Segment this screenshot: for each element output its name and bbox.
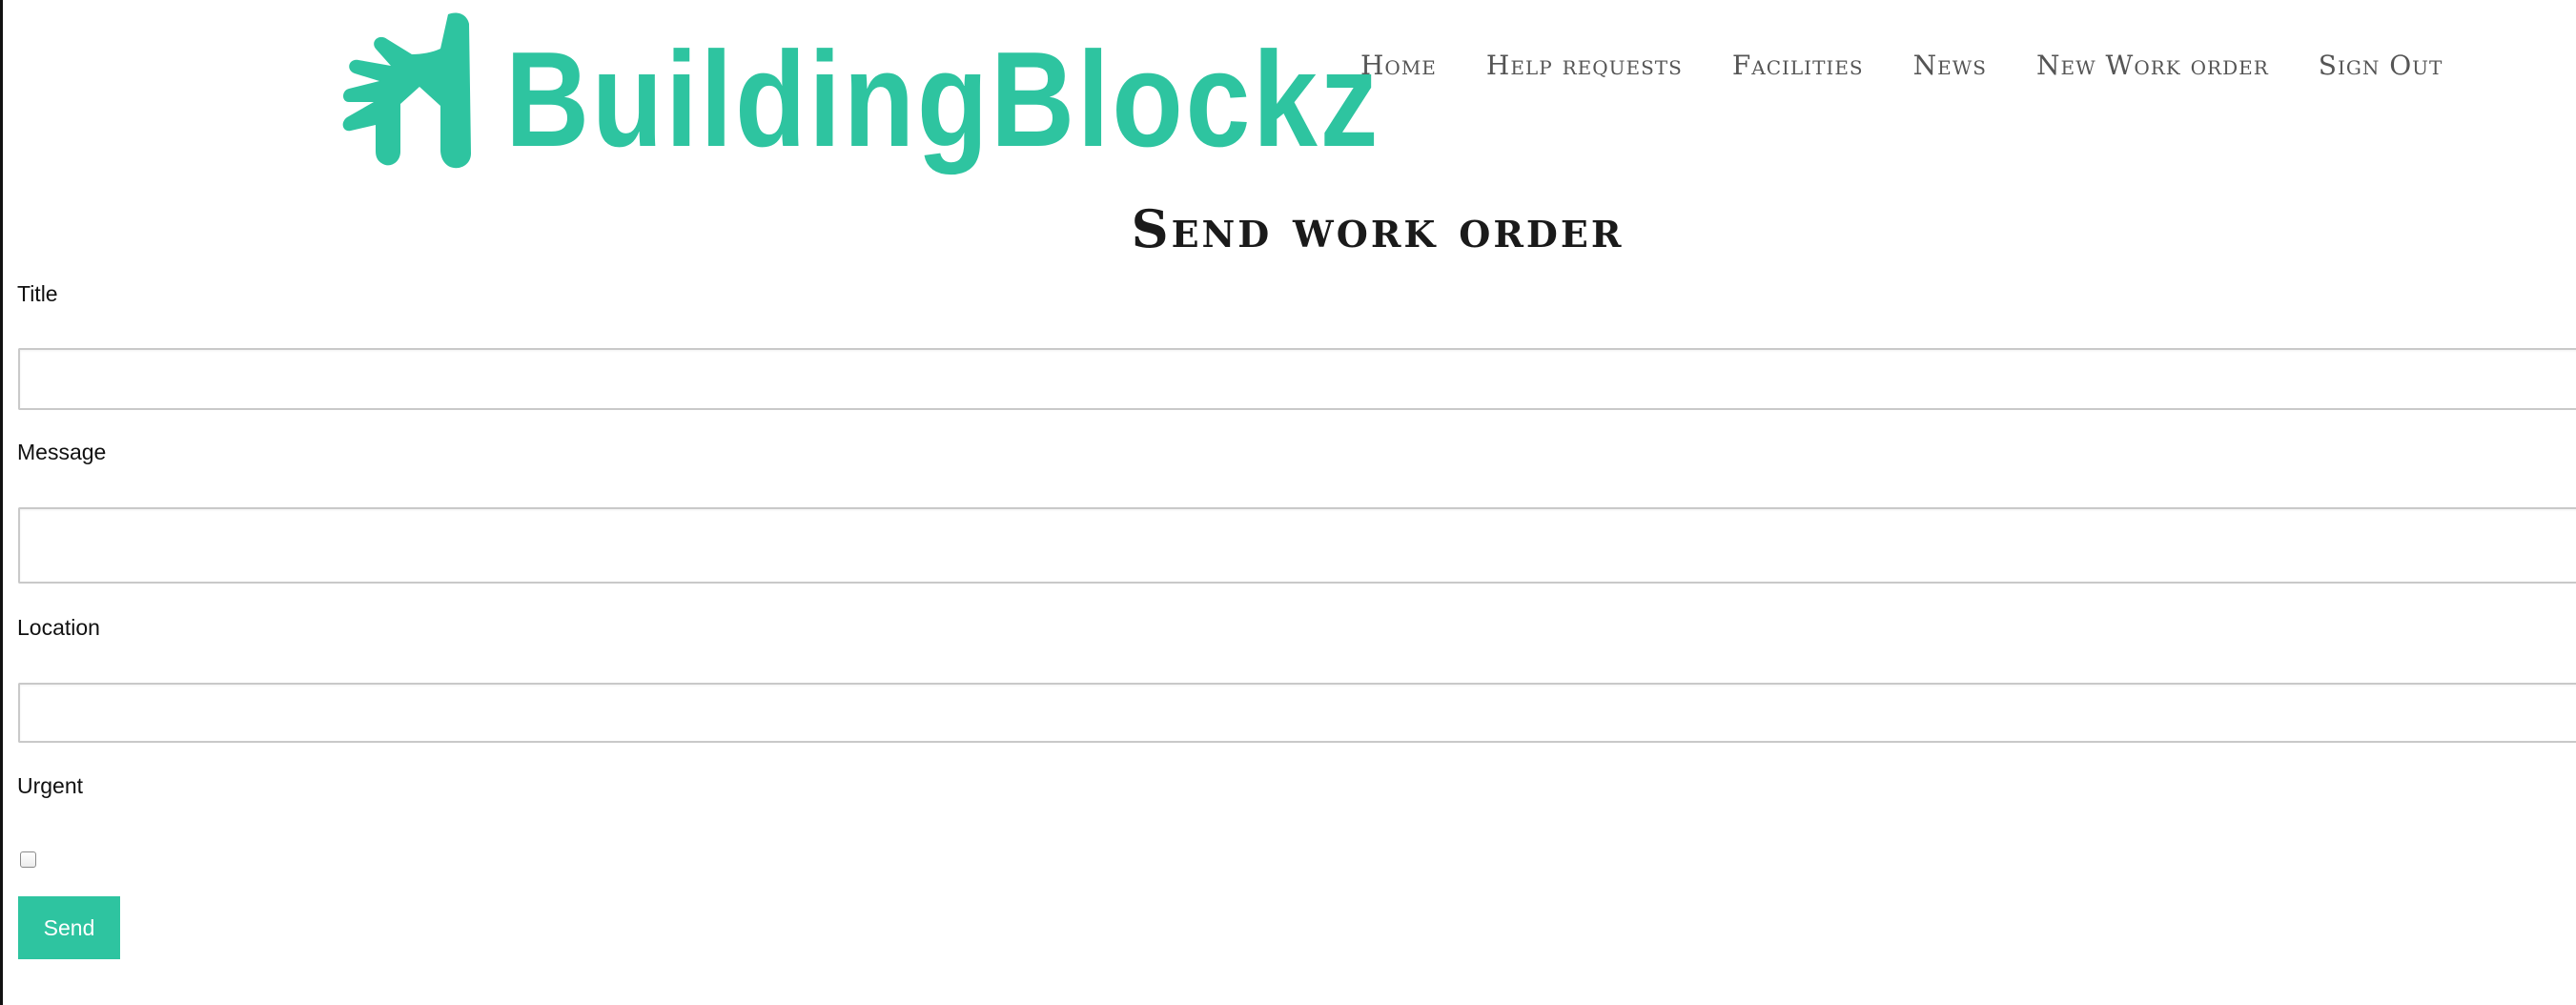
nav-item-sign-out[interactable]: Sign Out	[2319, 50, 2443, 81]
main-nav: Home Help requests Facilities News New W…	[1360, 50, 2443, 81]
urgent-checkbox[interactable]	[20, 851, 36, 868]
nav-item-help-requests[interactable]: Help requests	[1486, 50, 1683, 81]
page-title: Send work order	[1131, 198, 1625, 259]
nav-item-new-work-order[interactable]: New Work order	[2036, 50, 2269, 81]
hand-house-logo-icon	[342, 12, 471, 169]
nav-item-home[interactable]: Home	[1360, 50, 1437, 81]
message-label: Message	[17, 440, 107, 464]
send-button[interactable]: Send	[18, 896, 120, 959]
message-input[interactable]	[18, 507, 2576, 584]
nav-item-facilities[interactable]: Facilities	[1732, 50, 1864, 81]
brand-name: BuildingBlockz	[505, 24, 1381, 175]
title-label: Title	[17, 281, 58, 306]
location-label: Location	[17, 615, 100, 640]
location-input[interactable]	[18, 683, 2576, 743]
page: BuildingBlockz Home Help requests Facili…	[0, 0, 2576, 1005]
nav-item-news[interactable]: News	[1913, 50, 1987, 81]
brand-logo[interactable]: BuildingBlockz	[341, 8, 1523, 175]
urgent-label: Urgent	[17, 773, 84, 798]
title-input[interactable]	[18, 348, 2576, 410]
